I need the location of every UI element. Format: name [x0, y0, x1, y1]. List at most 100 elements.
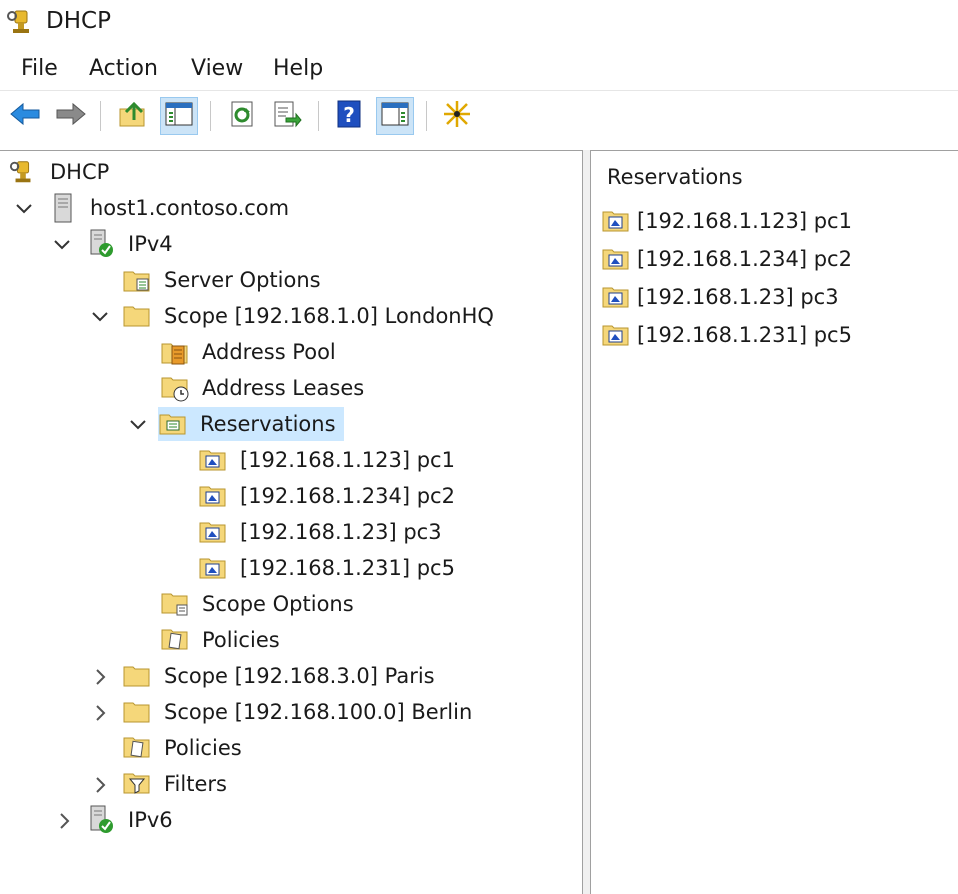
- tree-node-ipv4-policies[interactable]: Policies: [122, 731, 246, 765]
- tree-node-label: DHCP: [50, 160, 110, 184]
- tree-node-scope-policies[interactable]: Policies: [160, 623, 284, 657]
- tree-node-scope-londonhq[interactable]: Scope [192.168.1.0] LondonHQ: [122, 299, 498, 333]
- reservation-client-icon: [601, 283, 631, 311]
- up-folder-icon: [118, 100, 148, 132]
- tree-node-server-options[interactable]: Server Options: [122, 263, 325, 297]
- back-button[interactable]: [6, 97, 44, 135]
- folder-icon: [122, 302, 152, 330]
- tree-node-label: Address Leases: [202, 376, 365, 400]
- svg-text:?: ?: [343, 103, 355, 127]
- tree-node-reservation[interactable]: [192.168.1.23] pc3: [198, 515, 446, 549]
- tree-node-label: Address Pool: [202, 340, 336, 364]
- export-list-button[interactable]: [268, 97, 306, 135]
- dhcp-icon: [8, 158, 38, 186]
- new-button[interactable]: [438, 97, 476, 135]
- tree-node-scope-options[interactable]: Scope Options: [160, 587, 358, 621]
- help-button[interactable]: ?: [330, 97, 368, 135]
- show-hide-action-pane-button[interactable]: [376, 97, 414, 135]
- server-icon: [48, 193, 78, 223]
- tree-node-ipv4[interactable]: IPv4: [86, 227, 177, 261]
- show-hide-action-pane-icon: [380, 101, 410, 131]
- collapse-chevron-icon[interactable]: [129, 416, 147, 434]
- expand-chevron-icon[interactable]: [92, 776, 110, 794]
- details-heading: Reservations: [607, 165, 743, 189]
- reservation-client-icon: [601, 207, 631, 235]
- export-list-icon: [272, 100, 302, 132]
- forward-button[interactable]: [52, 97, 90, 135]
- filter-funnel-icon: [122, 770, 152, 798]
- tree-node-address-pool[interactable]: Address Pool: [160, 335, 340, 369]
- address-leases-clock-icon: [160, 374, 190, 402]
- reservation-client-icon: [198, 518, 228, 546]
- tree-node-label: Scope [192.168.100.0] Berlin: [164, 700, 473, 724]
- details-list-item[interactable]: [192.168.1.23] pc3: [601, 280, 839, 314]
- expand-chevron-icon[interactable]: [56, 812, 74, 830]
- policies-icon: [160, 626, 190, 654]
- collapse-chevron-icon[interactable]: [53, 236, 71, 254]
- tree-node-label: [192.168.1.123] pc1: [240, 448, 455, 472]
- expand-chevron-icon[interactable]: [92, 668, 110, 686]
- refresh-button[interactable]: [224, 97, 262, 135]
- tree-node-ipv6[interactable]: IPv6: [86, 803, 177, 837]
- toolbar-separator: [210, 101, 211, 131]
- reservation-client-icon: [601, 321, 631, 349]
- policies-icon: [122, 734, 152, 762]
- tree-node-label: [192.168.1.231] pc5: [240, 556, 455, 580]
- reservation-client-icon: [601, 245, 631, 273]
- expand-chevron-icon[interactable]: [92, 704, 110, 722]
- tree-node-reservation[interactable]: [192.168.1.231] pc5: [198, 551, 459, 585]
- menu-view[interactable]: View: [189, 56, 245, 81]
- folder-icon: [122, 662, 152, 690]
- tree-node-label: [192.168.1.234] pc2: [240, 484, 455, 508]
- tree-node-label: [192.168.1.23] pc3: [240, 520, 442, 544]
- tree-node-label: Policies: [202, 628, 280, 652]
- tree-node-reservations[interactable]: Reservations: [158, 407, 344, 441]
- collapse-chevron-icon[interactable]: [91, 308, 109, 326]
- tree-node-label: Scope Options: [202, 592, 354, 616]
- folder-icon: [122, 698, 152, 726]
- collapse-chevron-icon[interactable]: [15, 200, 33, 218]
- back-arrow-icon: [9, 102, 41, 130]
- tree-node-address-leases[interactable]: Address Leases: [160, 371, 368, 405]
- reservation-client-icon: [198, 482, 228, 510]
- title-bar: DHCP: [0, 0, 958, 44]
- tree-node-filters[interactable]: Filters: [122, 767, 231, 801]
- tree-node-label: Reservations: [196, 410, 340, 438]
- reservation-client-icon: [198, 446, 228, 474]
- tree-node-scope-berlin[interactable]: Scope [192.168.100.0] Berlin: [122, 695, 476, 729]
- refresh-icon: [229, 100, 257, 132]
- reservation-client-icon: [198, 554, 228, 582]
- show-hide-console-tree-button[interactable]: [160, 97, 198, 135]
- window-title: DHCP: [46, 8, 111, 34]
- forward-arrow-icon: [55, 102, 87, 130]
- tree-node-label: Scope [192.168.3.0] Paris: [164, 664, 435, 688]
- menu-file[interactable]: File: [19, 56, 60, 81]
- tree-node-label: IPv4: [128, 232, 173, 256]
- console-tree-pane[interactable]: DHCP host1.contoso.com IPv4 Server Optio…: [0, 150, 583, 894]
- details-item-label: [192.168.1.231] pc5: [637, 323, 852, 347]
- tree-node-label: Filters: [164, 772, 227, 796]
- toolbar-separator: [318, 101, 319, 131]
- tree-node-label: IPv6: [128, 808, 173, 832]
- details-list-item[interactable]: [192.168.1.231] pc5: [601, 318, 852, 352]
- server-options-icon: [122, 266, 152, 294]
- ipv6-server-check-icon: [86, 805, 116, 834]
- tree-node-reservation[interactable]: [192.168.1.234] pc2: [198, 479, 459, 513]
- pane-splitter[interactable]: [583, 150, 590, 894]
- menu-help[interactable]: Help: [271, 56, 325, 81]
- tree-node-scope-paris[interactable]: Scope [192.168.3.0] Paris: [122, 659, 439, 693]
- details-item-label: [192.168.1.123] pc1: [637, 209, 852, 233]
- ipv4-server-check-icon: [86, 229, 116, 258]
- details-pane[interactable]: Reservations [192.168.1.123] pc1 [192.16…: [590, 150, 958, 894]
- address-pool-icon: [160, 338, 190, 366]
- menu-action[interactable]: Action: [87, 56, 160, 81]
- tree-node-reservation[interactable]: [192.168.1.123] pc1: [198, 443, 459, 477]
- tree-node-dhcp[interactable]: DHCP: [8, 155, 113, 189]
- details-list-item[interactable]: [192.168.1.234] pc2: [601, 242, 852, 276]
- tree-node-server[interactable]: host1.contoso.com: [48, 191, 293, 225]
- toolbar-separator: [426, 101, 427, 131]
- up-one-level-button[interactable]: [114, 97, 152, 135]
- toolbar: ?: [0, 90, 958, 141]
- new-star-icon: [442, 99, 472, 133]
- details-list-item[interactable]: [192.168.1.123] pc1: [601, 204, 852, 238]
